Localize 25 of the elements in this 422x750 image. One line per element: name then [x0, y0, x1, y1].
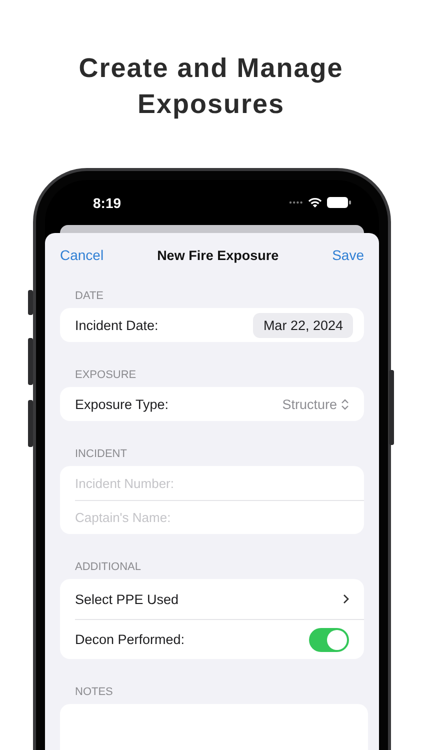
sheet-title: New Fire Exposure	[157, 248, 279, 262]
section-header: EXPOSURE	[74, 369, 138, 381]
row-label: Exposure Type:	[75, 396, 169, 412]
section-header: ADDITIONAL	[74, 561, 142, 573]
wifi-icon	[308, 197, 322, 208]
chevron-right-icon	[343, 594, 349, 604]
input-field[interactable]: Incident Number:	[75, 476, 349, 490]
headline: Create and Manage	[78, 52, 344, 85]
input-field[interactable]: Captain's Name:	[75, 510, 349, 525]
save-button[interactable]: Save	[332, 247, 364, 263]
row-label: Decon Performed:	[75, 632, 185, 647]
row-label: Incident Date:	[75, 318, 158, 332]
section-header: DATE	[74, 290, 105, 302]
section-header: NOTES	[74, 686, 114, 698]
chevron-updown-icon	[341, 398, 349, 410]
headline: Exposures	[137, 88, 285, 121]
section-header: INCIDENT	[74, 448, 128, 460]
signal-dots-icon	[289, 201, 303, 204]
status-time: 8:19	[93, 194, 122, 210]
date-picker[interactable]: Mar 22, 2024	[253, 312, 353, 338]
type-picker[interactable]: Structure	[282, 396, 349, 412]
row-label[interactable]: Select PPE Used	[75, 592, 179, 606]
toggle-switch[interactable]	[309, 628, 349, 652]
cancel-button[interactable]: Cancel	[60, 247, 104, 263]
battery-icon	[327, 197, 351, 208]
